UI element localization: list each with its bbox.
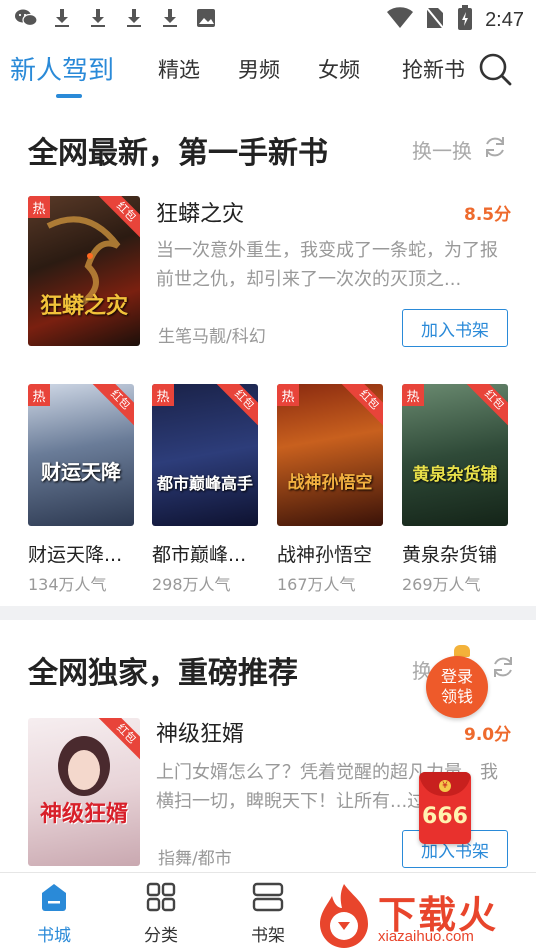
book-cover[interactable]: 热 红包 狂蟒之灾 [28, 196, 140, 346]
top-tabs: 新人驾到 精选 男频 女频 抢新书 [0, 44, 536, 104]
watermark-logo: 下载火 xiazaihuo.com [312, 880, 536, 952]
grid-book-title[interactable]: 战神孙悟空 [277, 540, 372, 567]
refresh-icon [482, 134, 508, 165]
login-float-line2: 领钱 [440, 687, 473, 706]
wifi-icon [387, 7, 414, 33]
watermark-url: xiazaihuo.com [378, 928, 474, 945]
cover-title: 黄泉杂货铺 [412, 465, 498, 485]
grid-book-popularity: 298万人气 [152, 575, 231, 594]
download-icon [86, 7, 110, 29]
hot-badge: 热 [277, 384, 299, 406]
book-cover[interactable]: 热 红包 黄泉杂货铺 [402, 384, 508, 526]
refresh-button[interactable]: 换一换 [412, 134, 508, 165]
grid-book-title[interactable]: 黄泉杂货铺 [402, 540, 497, 567]
no-sim-icon [425, 6, 445, 34]
hot-badge: 热 [152, 384, 174, 406]
section-title: 全网独家，重磅推荐 [28, 656, 298, 691]
active-tab-indicator [56, 94, 82, 98]
bookshelf-icon [251, 881, 285, 917]
hot-badge: 热 [402, 384, 424, 406]
login-reward-button[interactable]: 登录 领钱 [426, 656, 488, 718]
red-packet-ribbon: 红包 [340, 384, 383, 429]
red-packet-ribbon: 红包 [215, 384, 258, 429]
flame-logo-icon [320, 884, 368, 948]
book-score: 8.5分 [464, 205, 512, 225]
bookstore-icon [38, 881, 70, 917]
cover-title: 战神孙悟空 [287, 473, 373, 493]
clock: 2:47 [485, 8, 524, 31]
nav-bookshelf[interactable]: 书架 [228, 881, 308, 951]
cover-title: 神级狂婿 [39, 802, 128, 827]
hot-badge: 热 [28, 384, 50, 406]
refresh-label: 换一换 [412, 139, 472, 163]
search-icon[interactable] [478, 52, 512, 86]
book-description: 当一次意外重生，我变成了一条蛇，为了报前世之仇，却引来了一次次的灭顶之... [156, 240, 498, 290]
nav-category[interactable]: 分类 [121, 881, 201, 951]
nav-bookstore[interactable]: 书城 [14, 881, 94, 951]
book-cover[interactable]: 热 红包 财运天降 [28, 384, 134, 526]
nav-label: 书架 [251, 926, 285, 946]
red-packet-ribbon: 红包 [91, 384, 134, 429]
add-to-shelf-button[interactable]: 加入书架 [402, 309, 508, 347]
grid-book-title[interactable]: 财运天降... [28, 540, 122, 567]
tab-new-books[interactable]: 抢新书 [402, 54, 465, 84]
book-author-category: 指舞/都市 [158, 849, 232, 869]
grid-icon [145, 881, 177, 917]
status-bar: 2:47 [0, 0, 536, 36]
red-packet-ribbon: 红包 [465, 384, 508, 429]
download-icon [158, 7, 182, 29]
book-cover[interactable]: 热 红包 都市巅峰高手 [152, 384, 258, 526]
hot-badge: 热 [28, 196, 50, 218]
download-icon [50, 7, 74, 29]
book-title[interactable]: 狂蟒之灾 [156, 196, 244, 228]
battery-icon [457, 5, 473, 35]
nav-label: 分类 [144, 926, 178, 946]
section-divider [0, 606, 536, 620]
grid-book-popularity: 269万人气 [402, 575, 481, 594]
cover-title: 财运天降 [41, 460, 121, 484]
book-title[interactable]: 神级狂婿 [156, 716, 244, 748]
tab-featured[interactable]: 精选 [158, 54, 200, 84]
grid-book-title[interactable]: 都市巅峰... [152, 540, 246, 567]
refresh-icon [490, 654, 516, 685]
red-packet-value: 666 [422, 804, 468, 829]
cover-title: 狂蟒之灾 [39, 294, 128, 319]
login-float-line1: 登录 [440, 667, 473, 686]
yuan-coin-icon: ¥ [439, 780, 451, 792]
book-cover[interactable]: 红包 神级狂婿 [28, 718, 140, 866]
red-packet-button[interactable]: ¥ 666 [419, 772, 471, 844]
section-title: 全网最新，第一手新书 [28, 136, 328, 171]
wechat-icon [14, 7, 38, 29]
book-cover[interactable]: 热 红包 战神孙悟空 [277, 384, 383, 526]
tab-male[interactable]: 男频 [238, 54, 280, 84]
tab-newcomer[interactable]: 新人驾到 [10, 50, 114, 87]
book-score: 9.0分 [464, 725, 512, 745]
tab-female[interactable]: 女频 [318, 54, 360, 84]
download-icon [122, 7, 146, 29]
book-author-category: 生笔马靓/科幻 [158, 327, 266, 347]
grid-book-popularity: 167万人气 [277, 575, 356, 594]
image-icon [194, 7, 218, 29]
grid-book-popularity: 134万人气 [28, 575, 107, 594]
cover-title: 都市巅峰高手 [156, 474, 253, 493]
nav-label: 书城 [37, 926, 71, 946]
